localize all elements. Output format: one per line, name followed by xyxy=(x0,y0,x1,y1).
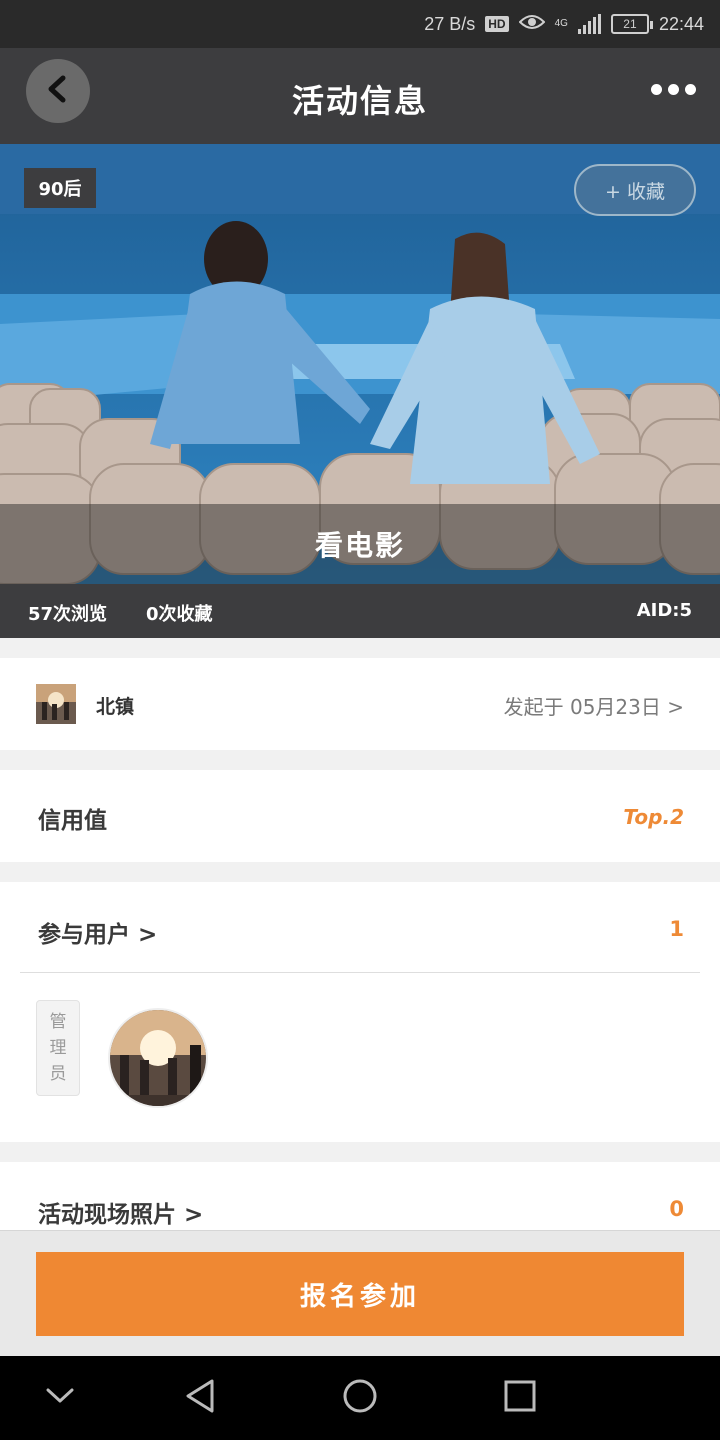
app-header: 活动信息 xyxy=(0,48,720,144)
participants-section: 参与用户 > 1 管 理 员 xyxy=(0,882,720,1142)
hd-icon: HD xyxy=(485,16,509,32)
organizer-row[interactable]: 北镇 发起于 05月23日 > xyxy=(0,658,720,750)
circle-home-icon xyxy=(342,1378,378,1418)
credit-row: 信用值 Top.2 xyxy=(0,770,720,862)
admin-badge: 管 理 员 xyxy=(36,1000,80,1096)
more-button[interactable] xyxy=(651,84,696,95)
network-speed: 27 B/s xyxy=(424,13,476,34)
view-count: 57次浏览 xyxy=(28,604,108,625)
activity-id: AID:5 xyxy=(636,600,692,621)
more-dots-icon xyxy=(651,84,662,95)
activity-cover-image: 90后 + 收藏 看电影 xyxy=(0,144,720,584)
divider xyxy=(20,972,700,973)
nav-home-button[interactable] xyxy=(340,1378,380,1418)
network-type: 4G xyxy=(554,18,568,29)
battery-level: 21 xyxy=(623,17,637,31)
credit-value: Top.2 xyxy=(623,805,684,829)
system-navigation-bar xyxy=(0,1356,720,1440)
activity-name: 看电影 xyxy=(0,504,720,584)
photos-link[interactable]: 活动现场照片 > xyxy=(38,1195,203,1229)
collapse-nav-button[interactable] xyxy=(40,1378,80,1418)
photos-count: 0 xyxy=(669,1197,684,1221)
join-button[interactable]: 报名参加 xyxy=(36,1252,684,1336)
chevron-down-icon xyxy=(46,1388,74,1408)
stats-bar: 57次浏览 0次收藏 AID:5 xyxy=(0,584,720,638)
eye-icon xyxy=(518,13,546,36)
triangle-back-icon xyxy=(184,1379,216,1417)
favorite-button[interactable]: + 收藏 xyxy=(574,164,696,216)
credit-label: 信用值 xyxy=(38,808,107,834)
participants-link[interactable]: 参与用户 > xyxy=(38,915,157,949)
nav-recents-button[interactable] xyxy=(500,1378,540,1418)
status-bar: 27 B/s HD 4G 21 22:44 xyxy=(0,0,720,48)
favorite-count: 0次收藏 xyxy=(146,604,213,625)
organizer-avatar xyxy=(36,684,76,724)
nav-back-button[interactable] xyxy=(180,1378,220,1418)
organizer-date: 发起于 05月23日 > xyxy=(503,695,684,719)
page-title: 活动信息 xyxy=(291,82,428,120)
signal-icon xyxy=(577,14,601,34)
organizer-name: 北镇 xyxy=(96,696,135,718)
bottom-action-bar: 报名参加 xyxy=(0,1230,720,1356)
clock: 22:44 xyxy=(658,13,704,34)
participants-count: 1 xyxy=(669,917,684,941)
age-group-tag: 90后 xyxy=(24,168,96,208)
participant-avatar[interactable] xyxy=(108,1008,208,1108)
status-indicators: 27 B/s HD 4G 21 22:44 xyxy=(424,0,704,48)
battery-icon: 21 xyxy=(610,14,653,34)
square-recents-icon xyxy=(504,1380,536,1416)
